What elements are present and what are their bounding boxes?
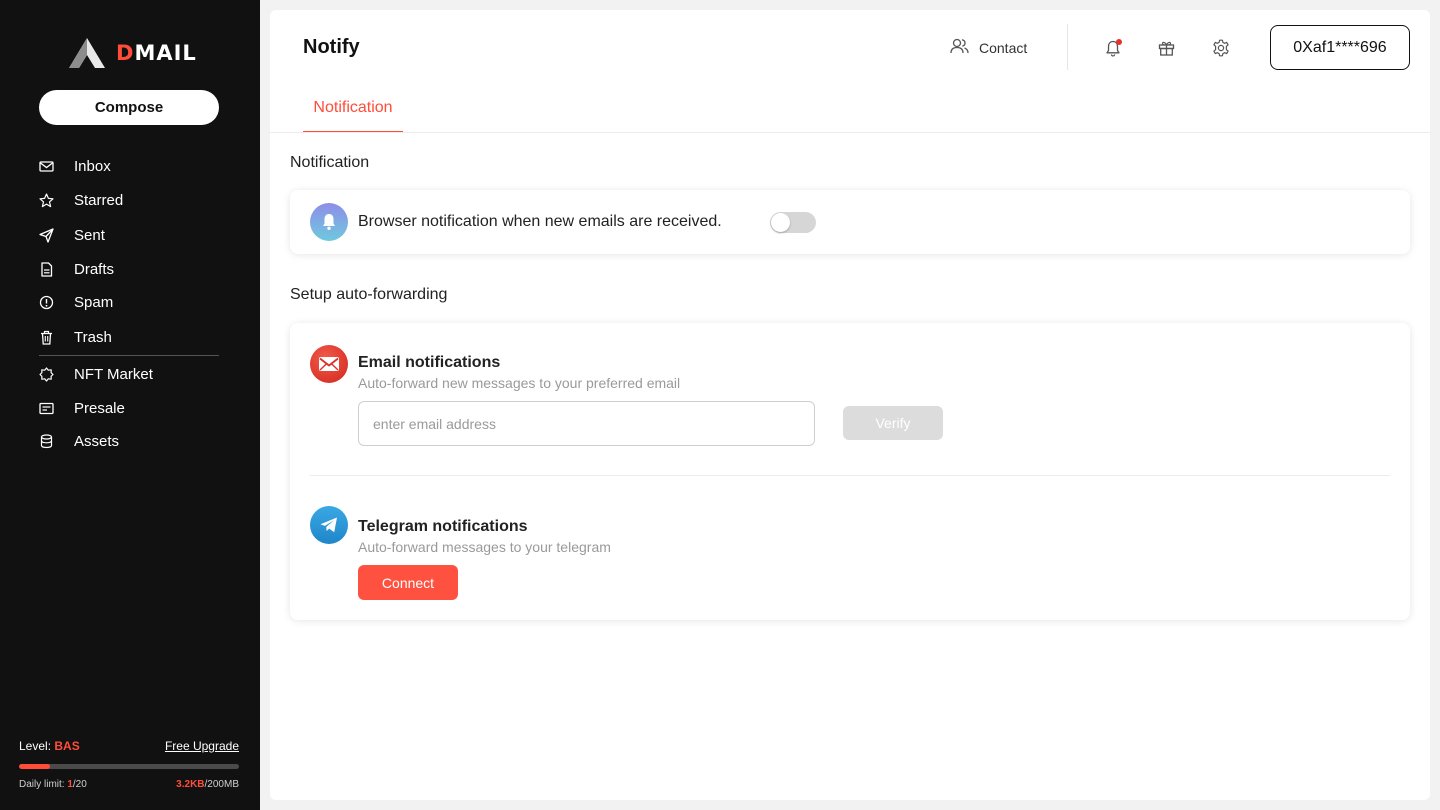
- card-divider: [310, 475, 1390, 476]
- gear-icon[interactable]: [1211, 38, 1231, 58]
- telegram-notifications-subtitle: Auto-forward messages to your telegram: [358, 539, 611, 555]
- header-divider: [1067, 24, 1068, 70]
- browser-notification-card: Browser notification when new emails are…: [290, 190, 1410, 254]
- sidebar-item-assets[interactable]: Assets: [39, 427, 219, 455]
- browser-notification-label: Browser notification when new emails are…: [358, 213, 722, 230]
- contact-label: Contact: [979, 40, 1028, 56]
- notification-dot: [1116, 39, 1122, 45]
- email-notifications-subtitle: Auto-forward new messages to your prefer…: [358, 375, 681, 391]
- sidebar-item-label: Presale: [74, 399, 125, 417]
- level-value: BAS: [54, 739, 80, 753]
- telegram-notifications-title: Telegram notifications: [358, 518, 528, 535]
- sidebar-item-label: Assets: [74, 432, 120, 450]
- tab-notification[interactable]: Notification: [303, 92, 403, 133]
- sidebar-item-label: Sent: [74, 226, 105, 244]
- level-text: Level: BAS: [19, 739, 80, 753]
- sidebar: DMAIL Compose Inbox Starred Sent Drafts …: [0, 0, 260, 810]
- sidebar-item-starred[interactable]: Starred: [39, 186, 219, 214]
- contacts-icon: [950, 38, 969, 59]
- browser-notification-toggle[interactable]: [770, 212, 816, 233]
- sidebar-item-label: Trash: [74, 328, 112, 346]
- gift-icon[interactable]: [1156, 38, 1176, 58]
- send-icon: [39, 227, 54, 243]
- sidebar-item-drafts[interactable]: Drafts: [39, 255, 219, 283]
- drafts-icon: [39, 261, 54, 277]
- sidebar-item-presale[interactable]: Presale: [39, 394, 219, 422]
- logo-mark-icon: [69, 38, 105, 68]
- sidebar-item-inbox[interactable]: Inbox: [39, 152, 219, 180]
- tab-bar-divider: [270, 132, 1430, 133]
- daily-limit-progress: [19, 764, 239, 769]
- sidebar-item-label: NFT Market: [74, 365, 153, 383]
- free-upgrade-link[interactable]: Free Upgrade: [165, 739, 239, 753]
- telegram-icon: [310, 506, 348, 544]
- sidebar-divider: [39, 355, 219, 356]
- contact-button[interactable]: Contact: [950, 38, 1027, 58]
- inbox-icon: [39, 159, 54, 174]
- notification-section-title: Notification: [290, 154, 370, 171]
- compose-button[interactable]: Compose: [39, 90, 219, 125]
- nft-market-icon: [39, 366, 54, 382]
- main-panel: Notify Contact 0Xaf1****696 Notification…: [270, 10, 1430, 800]
- browser-bell-icon: [310, 203, 348, 241]
- daily-limit-progress-fill: [19, 764, 50, 769]
- sidebar-item-sent[interactable]: Sent: [39, 221, 219, 249]
- forwarding-section-title: Setup auto-forwarding: [290, 286, 448, 303]
- email-notifications-title: Email notifications: [358, 354, 501, 371]
- storage-text: 3.2KB/200MB: [176, 779, 239, 790]
- daily-limit-text: Daily limit: 1/20: [19, 779, 87, 790]
- level-row: Level: BAS Free Upgrade: [19, 739, 239, 755]
- spam-icon: [39, 295, 54, 310]
- toggle-knob: [771, 213, 790, 232]
- page-title: Notify: [303, 36, 360, 58]
- presale-icon: [39, 401, 54, 416]
- auto-forwarding-card: Email notifications Auto-forward new mes…: [290, 323, 1410, 620]
- email-address-input[interactable]: [358, 401, 815, 446]
- sidebar-item-label: Spam: [74, 293, 114, 311]
- sidebar-item-trash[interactable]: Trash: [39, 323, 219, 351]
- connect-telegram-button[interactable]: Connect: [358, 565, 458, 600]
- assets-icon: [39, 433, 54, 449]
- logo-text: DMAIL: [116, 41, 197, 65]
- wallet-address-button[interactable]: 0Xaf1****696: [1270, 25, 1410, 70]
- sidebar-item-label: Inbox: [74, 157, 111, 175]
- sidebar-item-label: Starred: [74, 191, 124, 209]
- limit-row: Daily limit: 1/20 3.2KB/200MB: [19, 779, 239, 791]
- trash-icon: [39, 330, 54, 345]
- email-icon: [310, 345, 348, 383]
- dmail-logo[interactable]: DMAIL: [68, 36, 197, 70]
- verify-button[interactable]: Verify: [843, 406, 943, 440]
- bell-icon[interactable]: [1103, 38, 1123, 58]
- sidebar-item-nft-market[interactable]: NFT Market: [39, 360, 219, 388]
- star-icon: [39, 192, 54, 208]
- sidebar-item-spam[interactable]: Spam: [39, 288, 219, 316]
- sidebar-item-label: Drafts: [74, 260, 115, 278]
